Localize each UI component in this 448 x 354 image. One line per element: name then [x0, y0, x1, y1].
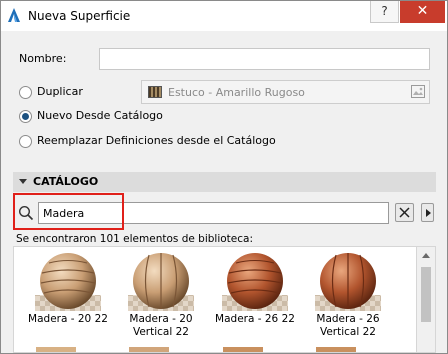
search-highlight-box — [13, 193, 124, 230]
name-input[interactable] — [99, 48, 430, 70]
catalog-item-partial — [129, 347, 169, 352]
dialog-content: Nombre: Duplicar Estuco - Amarillo Rugos… — [1, 31, 447, 353]
close-icon — [399, 207, 410, 218]
results-scrollbar[interactable] — [417, 246, 436, 353]
clear-search-button[interactable] — [395, 203, 414, 222]
catalog-section-header[interactable]: CATÁLOGO — [13, 172, 436, 192]
material-swatch-icon — [148, 86, 162, 98]
catalog-item[interactable]: Madera - 20 Vertical 22 — [117, 251, 205, 339]
help-button[interactable]: ? — [370, 1, 399, 23]
catalog-item-partial — [316, 347, 356, 352]
catalog-section-title: CATÁLOGO — [33, 175, 99, 188]
catalog-item-label: Madera - 20 Vertical 22 — [129, 313, 193, 338]
wood-sphere-red-vertical-icon — [315, 253, 381, 311]
option-new-from-catalog-label: Nuevo Desde Catálogo — [37, 109, 163, 122]
scroll-thumb[interactable] — [421, 267, 431, 322]
catalog-results-grid: Madera - 20 22 Madera - 20 Vertical 22 M… — [13, 246, 417, 353]
wood-sphere-light-icon — [35, 253, 101, 311]
catalog-item[interactable]: Madera - 20 22 — [24, 251, 112, 326]
catalog-item-label: Madera - 26 Vertical 22 — [316, 313, 380, 338]
catalog-item-label: Madera - 26 22 — [215, 313, 295, 325]
catalog-item-partial — [223, 347, 263, 352]
wood-sphere-red-icon — [222, 253, 288, 311]
name-label: Nombre: — [19, 52, 67, 65]
radio-duplicate[interactable] — [19, 86, 32, 99]
search-options-button[interactable] — [421, 203, 434, 222]
duplicate-material-field: Estuco - Amarillo Rugoso — [141, 80, 430, 104]
collapse-arrow-icon — [19, 179, 27, 184]
wood-sphere-light-vertical-icon — [128, 253, 194, 311]
scroll-up-arrow-icon[interactable] — [422, 253, 430, 258]
catalog-item[interactable]: Madera - 26 22 — [211, 251, 299, 326]
radio-new-from-catalog[interactable] — [19, 110, 32, 123]
option-duplicate-label: Duplicar — [37, 85, 83, 98]
title-bar: Nueva Superficie ? ✕ — [1, 1, 447, 31]
option-replace-from-catalog-label: Reemplazar Definiciones desde el Catálog… — [37, 134, 276, 147]
catalog-item-label: Madera - 20 22 — [28, 313, 108, 325]
new-surface-dialog: Nueva Superficie ? ✕ Nombre: Duplicar Es… — [0, 0, 448, 354]
chevron-right-icon — [426, 209, 431, 217]
image-picker-icon — [411, 85, 425, 98]
archicad-logo-icon — [8, 8, 20, 22]
catalog-item[interactable]: Madera - 26 Vertical 22 — [304, 251, 392, 339]
close-button[interactable]: ✕ — [400, 1, 445, 23]
radio-replace-from-catalog[interactable] — [19, 135, 32, 148]
results-count: Se encontraron 101 elementos de bibliote… — [16, 233, 253, 245]
duplicate-material-value: Estuco - Amarillo Rugoso — [168, 86, 305, 99]
catalog-item-partial — [36, 347, 76, 352]
window-title: Nueva Superficie — [28, 9, 131, 23]
